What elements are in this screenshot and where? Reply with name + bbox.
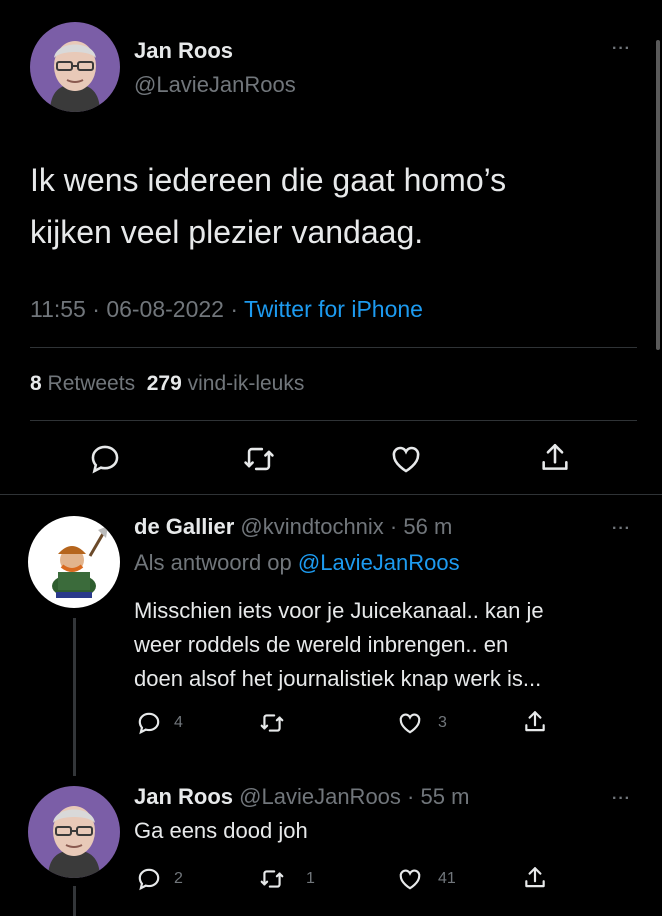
main-author-avatar[interactable] <box>30 22 120 112</box>
reply2-retweet-count: 1 <box>306 870 315 887</box>
main-author-handle[interactable]: @LavieJanRoos <box>134 72 296 98</box>
reply2-reply-count: 2 <box>174 870 183 887</box>
main-more-options-icon[interactable]: ··· <box>612 40 631 58</box>
reply2-age[interactable]: 55 m <box>420 784 469 809</box>
reply1-like-icon[interactable] <box>396 710 424 736</box>
tweet-date[interactable]: 06-08-2022 <box>106 296 224 322</box>
meta-separator: · <box>400 784 421 809</box>
reply2-text-line: Ga eens dood joh <box>134 818 308 843</box>
retweet-count: 8 <box>30 372 42 395</box>
tweet-source-link[interactable]: Twitter for iPhone <box>244 296 423 322</box>
like-count: 279 <box>146 372 182 395</box>
reply1-author-avatar[interactable] <box>28 516 120 608</box>
reply2-more-options-icon[interactable]: ··· <box>612 790 631 808</box>
reply-icon[interactable] <box>88 442 122 476</box>
reply1-reply-to: Als antwoord op @LavieJanRoos <box>134 550 460 576</box>
reply2-text: Ga eens dood joh <box>134 814 644 848</box>
reply1-text-line: Misschien iets voor je Juicekanaal.. kan… <box>134 598 544 623</box>
main-tweet-text-line: Ik wens iedereen die gaat homo’s <box>30 162 507 198</box>
reply1-author[interactable]: de Gallier @kvindtochnix · 56 m <box>134 514 452 540</box>
reply-to-mention[interactable]: @LavieJanRoos <box>298 550 460 575</box>
reply2-share-icon[interactable] <box>522 864 548 892</box>
reply1-reply-count: 4 <box>174 714 183 731</box>
retweet-icon[interactable] <box>241 442 277 476</box>
reply2-like-count: 41 <box>438 870 456 887</box>
main-tweet-text-line: kijken veel plezier vandaag. <box>30 214 424 250</box>
reply1-author-name[interactable]: de Gallier <box>134 514 234 539</box>
reply1-age[interactable]: 56 m <box>403 514 452 539</box>
share-icon[interactable] <box>538 440 572 476</box>
reply2-author-name[interactable]: Jan Roos <box>134 784 233 809</box>
reply1-text: Misschien iets voor je Juicekanaal.. kan… <box>134 594 644 696</box>
meta-separator: · <box>85 296 107 322</box>
reply2-author-handle[interactable]: @LavieJanRoos <box>239 784 401 809</box>
reply2-author-avatar[interactable] <box>28 786 120 878</box>
divider <box>0 494 662 495</box>
reply1-text-line: doen alsof het journalistiek knap werk i… <box>134 666 542 691</box>
divider <box>30 347 637 348</box>
meta-separator: · <box>223 296 244 322</box>
meta-separator: · <box>383 514 404 539</box>
reply1-more-options-icon[interactable]: ··· <box>612 520 631 538</box>
likes-stat[interactable]: 279 vind-ik-leuks <box>147 372 305 395</box>
reply1-share-icon[interactable] <box>522 708 548 736</box>
tweet-meta: 11:55 · 06-08-2022 · Twitter for iPhone <box>30 296 423 323</box>
tweet-stats: 8 Retweets 279 vind-ik-leuks <box>30 372 304 396</box>
reply2-reply-icon[interactable] <box>136 866 162 892</box>
reply1-reply-icon[interactable] <box>136 710 162 736</box>
like-label: vind-ik-leuks <box>187 372 305 395</box>
main-tweet-text: Ik wens iedereen die gaat homo’s kijken … <box>30 154 630 258</box>
main-author-name[interactable]: Jan Roos <box>134 38 233 64</box>
reply2-retweet-icon[interactable] <box>258 866 286 892</box>
reply2-like-icon[interactable] <box>396 866 424 892</box>
tweet-time[interactable]: 11:55 <box>30 296 86 322</box>
divider <box>30 420 637 421</box>
reply1-author-handle[interactable]: @kvindtochnix <box>240 514 383 539</box>
thread-connector <box>73 618 76 776</box>
retweets-stat[interactable]: 8 Retweets <box>30 372 135 395</box>
reply1-retweet-icon[interactable] <box>258 710 286 736</box>
reply1-like-count: 3 <box>438 714 447 731</box>
thread-connector <box>73 886 76 916</box>
reply2-author[interactable]: Jan Roos @LavieJanRoos · 55 m <box>134 784 469 810</box>
scrollbar[interactable] <box>656 40 660 350</box>
retweet-label: Retweets <box>47 372 136 395</box>
reply1-text-line: weer roddels de wereld inbrengen.. en <box>134 632 509 657</box>
like-icon[interactable] <box>388 442 424 476</box>
reply-to-prefix: Als antwoord op <box>134 550 298 575</box>
